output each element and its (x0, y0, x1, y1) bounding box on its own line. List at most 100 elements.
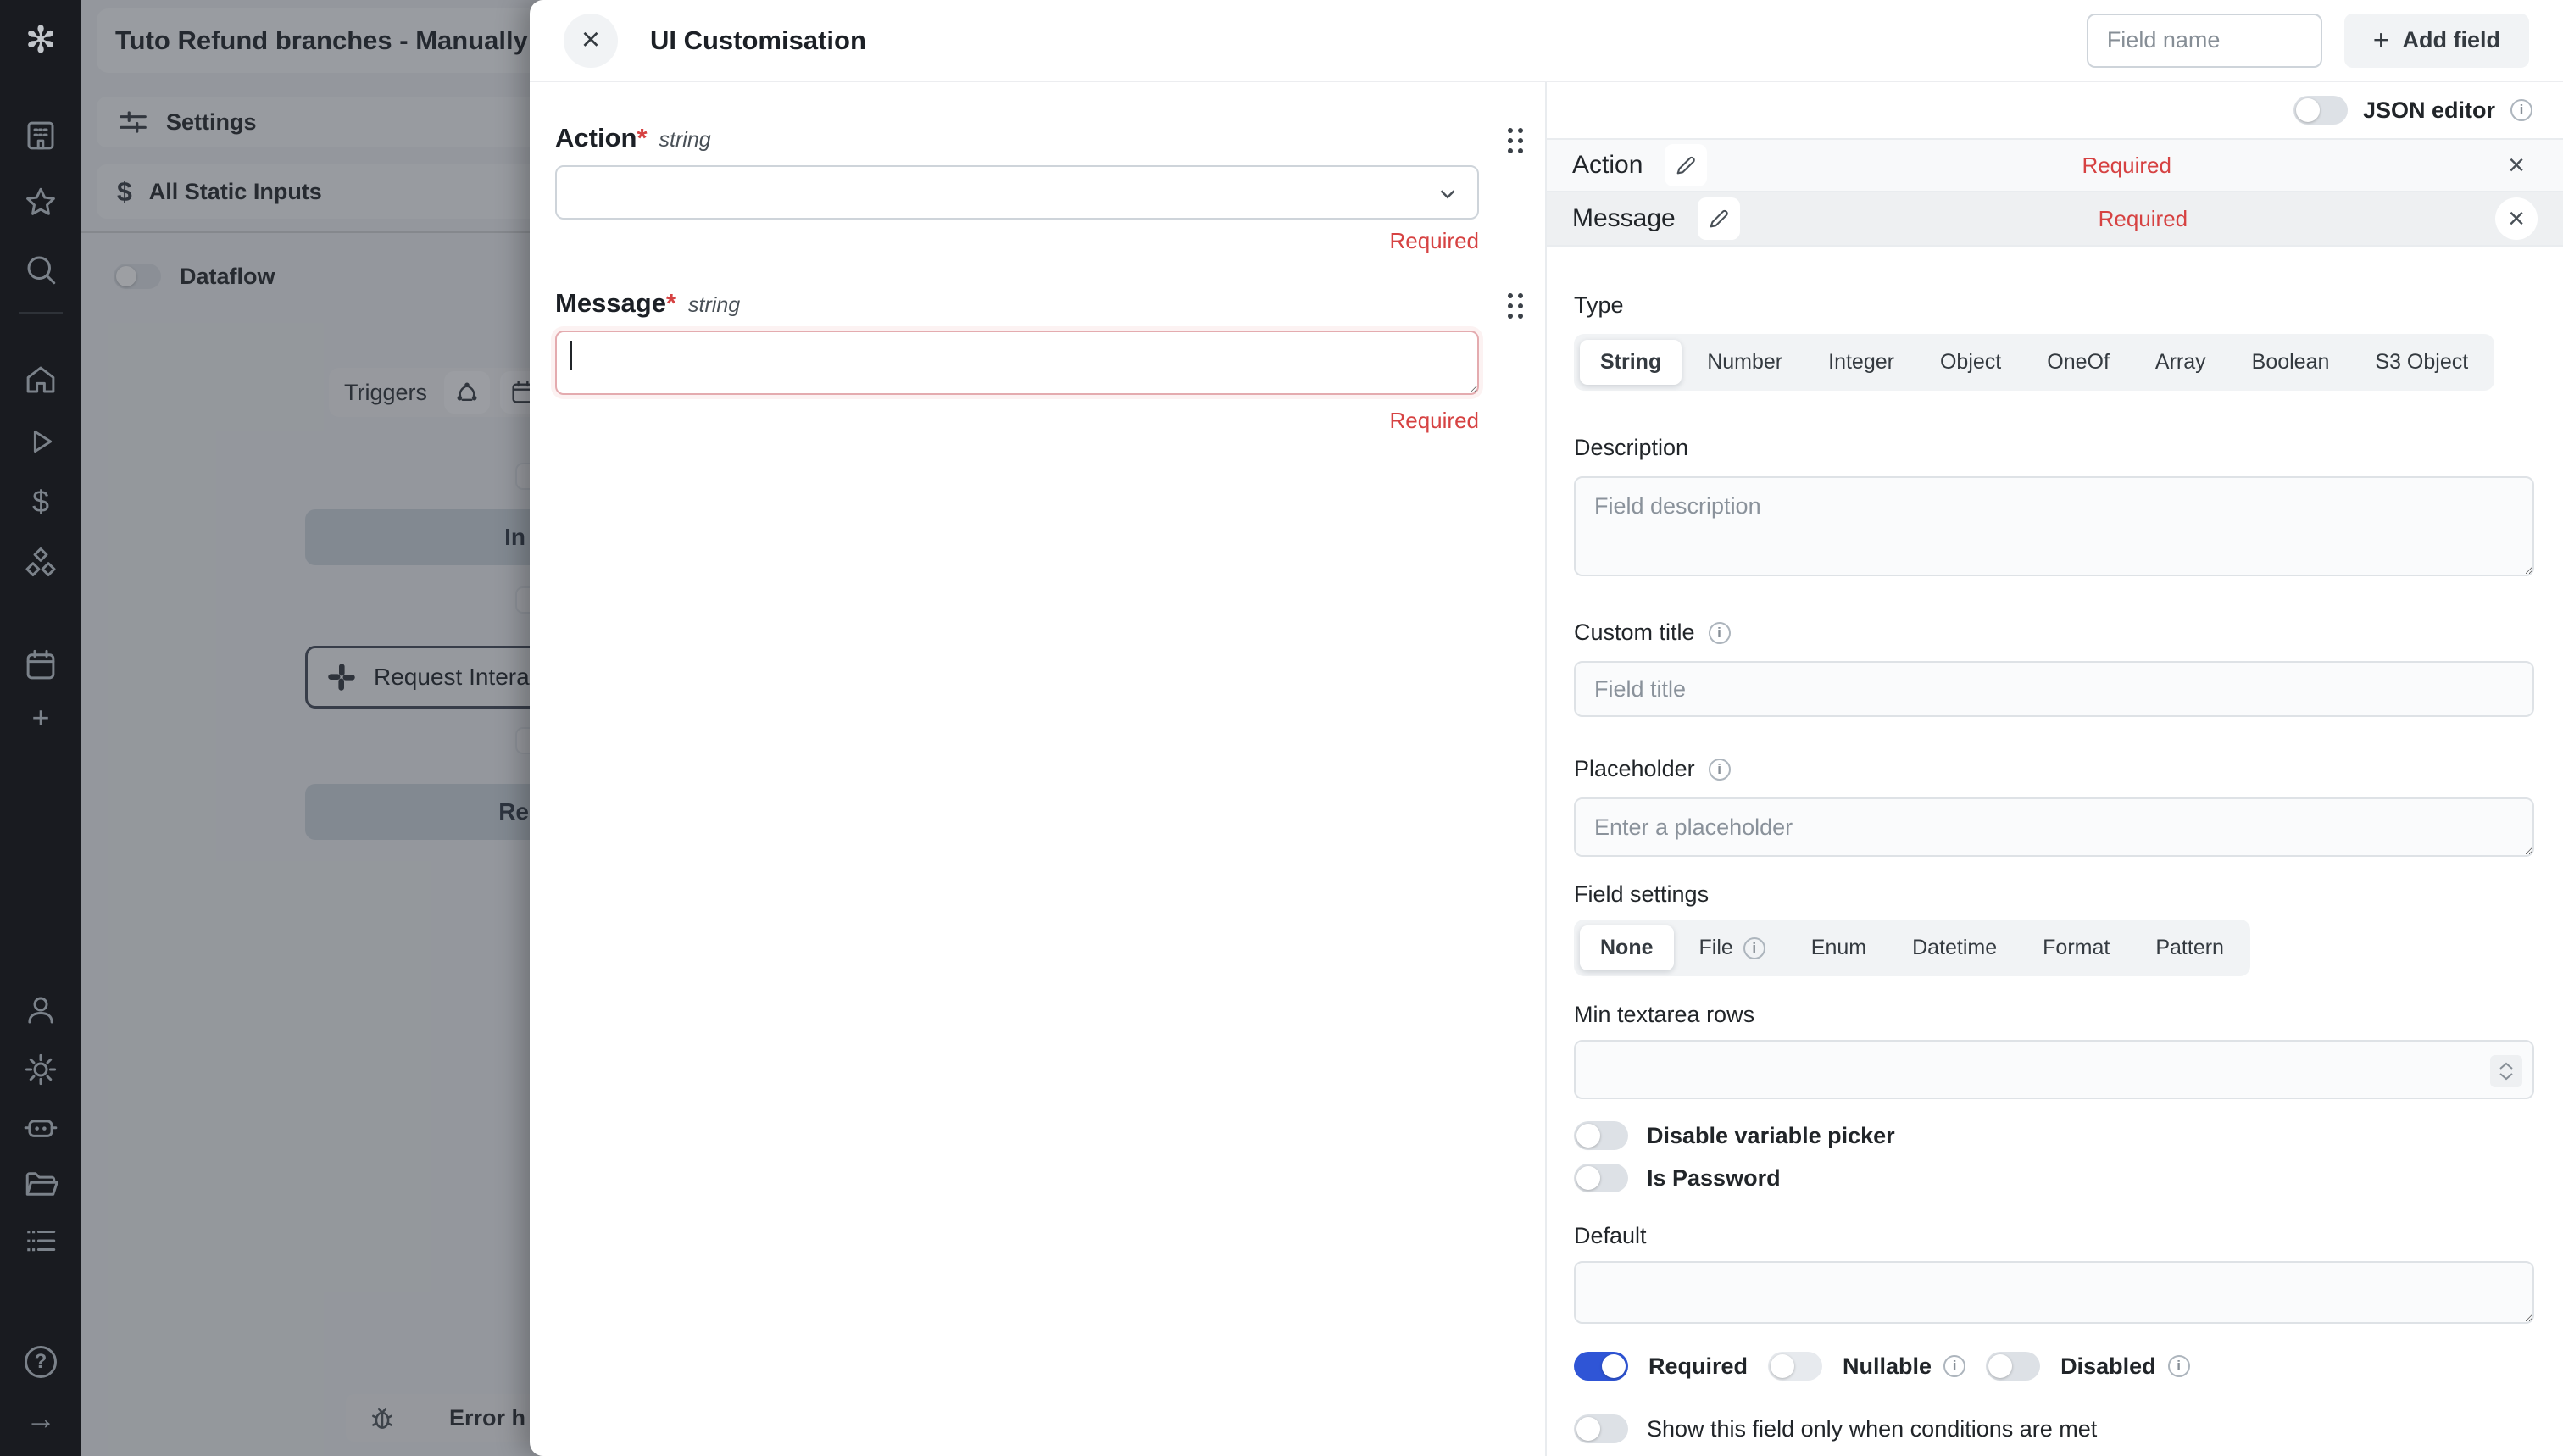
sidebar-item-logs[interactable] (0, 1220, 81, 1261)
robot-icon (23, 1109, 58, 1144)
info-icon: i (1743, 937, 1765, 959)
action-select[interactable] (555, 165, 1479, 220)
field-setting-pattern[interactable]: Pattern (2135, 925, 2244, 970)
sidebar-item-add[interactable]: + (0, 697, 81, 738)
person-icon (23, 992, 58, 1028)
description-label: Description (1574, 435, 2534, 461)
form-preview-column: Action* string Required Message* string (530, 82, 1545, 1456)
conditions-row: Show this field only when conditions are… (1574, 1414, 2534, 1443)
gear-icon (23, 1052, 58, 1087)
chevron-up-icon (2499, 1062, 2514, 1070)
type-option-array[interactable]: Array (2135, 340, 2227, 385)
sidebar-item-search[interactable] (0, 249, 81, 290)
custom-title-input[interactable] (1574, 661, 2534, 717)
json-editor-toggle[interactable] (2293, 96, 2348, 125)
type-option-string[interactable]: String (1580, 340, 1682, 385)
modal-title: UI Customisation (650, 25, 866, 56)
field-row-message[interactable]: Message Required × (1547, 192, 2563, 247)
sidebar-item-help[interactable]: ? (0, 1342, 81, 1382)
field-setting-file[interactable]: File i (1679, 925, 1786, 970)
description-textarea[interactable] (1574, 476, 2534, 576)
field-setting-datetime[interactable]: Datetime (1892, 925, 2017, 970)
sidebar-item-collapse[interactable]: → (0, 1398, 81, 1439)
sidebar-item-agents[interactable] (0, 1106, 81, 1147)
ui-customisation-modal: × UI Customisation + Add field Action* s… (530, 0, 2563, 1456)
required-asterisk: * (666, 288, 676, 318)
disabled-label: Disabled i (2060, 1353, 2190, 1380)
disabled-toggle[interactable] (1986, 1352, 2040, 1381)
add-field-button[interactable]: + Add field (2344, 14, 2529, 68)
sidebar-item-schedules[interactable] (0, 645, 81, 686)
chevron-down-icon (1435, 181, 1460, 207)
message-textarea[interactable] (555, 331, 1479, 395)
modal-close-button[interactable]: × (564, 14, 618, 68)
info-icon: i (1709, 759, 1731, 781)
placeholder-label: Placeholder i (1574, 756, 2534, 782)
type-option-oneof[interactable]: OneOf (2026, 340, 2130, 385)
field-name-input[interactable] (2087, 14, 2322, 68)
sidebar-item-workspace[interactable] (0, 115, 81, 156)
show-conditions-label: Show this field only when conditions are… (1647, 1416, 2097, 1442)
building-icon (23, 118, 58, 153)
sidebar-item-home[interactable] (0, 359, 81, 400)
field-row-name: Message (1572, 204, 1676, 233)
help-icon: ? (25, 1346, 57, 1378)
rename-field-button[interactable] (1698, 197, 1740, 240)
info-icon: i (1709, 622, 1731, 644)
field-settings-segmented-control: None File i Enum Datetime Format Pattern (1574, 920, 2250, 976)
type-label: Type (1574, 292, 2534, 319)
remove-field-button[interactable]: × (2495, 197, 2538, 240)
type-option-object[interactable]: Object (1920, 340, 2021, 385)
nullable-toggle[interactable] (1768, 1352, 1822, 1381)
action-field-label: Action* (555, 123, 648, 153)
sidebar-item-variables[interactable]: $ (0, 481, 81, 522)
type-option-number[interactable]: Number (1687, 340, 1803, 385)
required-nullable-disabled-row: Required Nullable i Disabled i (1574, 1352, 2534, 1381)
sidebar-item-folders[interactable] (0, 1164, 81, 1204)
number-stepper[interactable] (2490, 1055, 2522, 1087)
field-setting-enum[interactable]: Enum (1791, 925, 1887, 970)
field-row-status: Required (2082, 153, 2171, 179)
close-icon: × (2508, 203, 2525, 236)
required-label: Required (1648, 1353, 1748, 1380)
pencil-icon (1707, 207, 1731, 231)
disable-variable-picker-label: Disable variable picker (1647, 1123, 1895, 1149)
info-icon: i (2510, 99, 2532, 121)
field-setting-format[interactable]: Format (2022, 925, 2130, 970)
field-editor-panel: JSON editor i Action Required × Message (1545, 82, 2563, 1456)
cubes-icon (23, 547, 58, 582)
type-option-boolean[interactable]: Boolean (2232, 340, 2350, 385)
is-password-toggle[interactable] (1574, 1164, 1628, 1192)
info-icon: i (2168, 1355, 2190, 1377)
sidebar-item-users[interactable] (0, 990, 81, 1031)
type-option-s3object[interactable]: S3 Object (2355, 340, 2488, 385)
type-option-integer[interactable]: Integer (1808, 340, 1915, 385)
message-field-type: string (688, 293, 740, 318)
type-segmented-control: String Number Integer Object OneOf Array… (1574, 334, 2494, 391)
placeholder-textarea[interactable] (1574, 797, 2534, 857)
message-drag-handle[interactable] (1508, 293, 1523, 319)
sidebar-item-settings[interactable] (0, 1049, 81, 1090)
min-textarea-rows-input[interactable] (1574, 1040, 2534, 1099)
action-drag-handle[interactable] (1508, 128, 1523, 153)
remove-field-button[interactable]: × (2495, 144, 2538, 186)
sidebar-item-runs[interactable] (0, 421, 81, 462)
default-textarea[interactable] (1574, 1261, 2534, 1324)
field-row-action[interactable]: Action Required × (1547, 138, 2563, 192)
field-row-name: Action (1572, 151, 1643, 180)
action-required-note: Required (555, 228, 1479, 254)
show-conditions-toggle[interactable] (1574, 1414, 1628, 1443)
rename-field-button[interactable] (1665, 144, 1707, 186)
sidebar-item-modules[interactable] (0, 544, 81, 585)
field-setting-none[interactable]: None (1580, 925, 1674, 970)
custom-title-label: Custom title i (1574, 620, 2534, 646)
info-icon: i (1943, 1355, 1965, 1377)
app-logo[interactable]: ✻ (0, 20, 81, 61)
message-required-note: Required (555, 408, 1479, 434)
calendar-icon (23, 647, 58, 683)
field-row-status: Required (2099, 206, 2188, 232)
folder-icon (23, 1166, 58, 1202)
disable-variable-picker-toggle[interactable] (1574, 1121, 1628, 1150)
sidebar-item-favorites[interactable] (0, 182, 81, 223)
required-toggle[interactable] (1574, 1352, 1628, 1381)
